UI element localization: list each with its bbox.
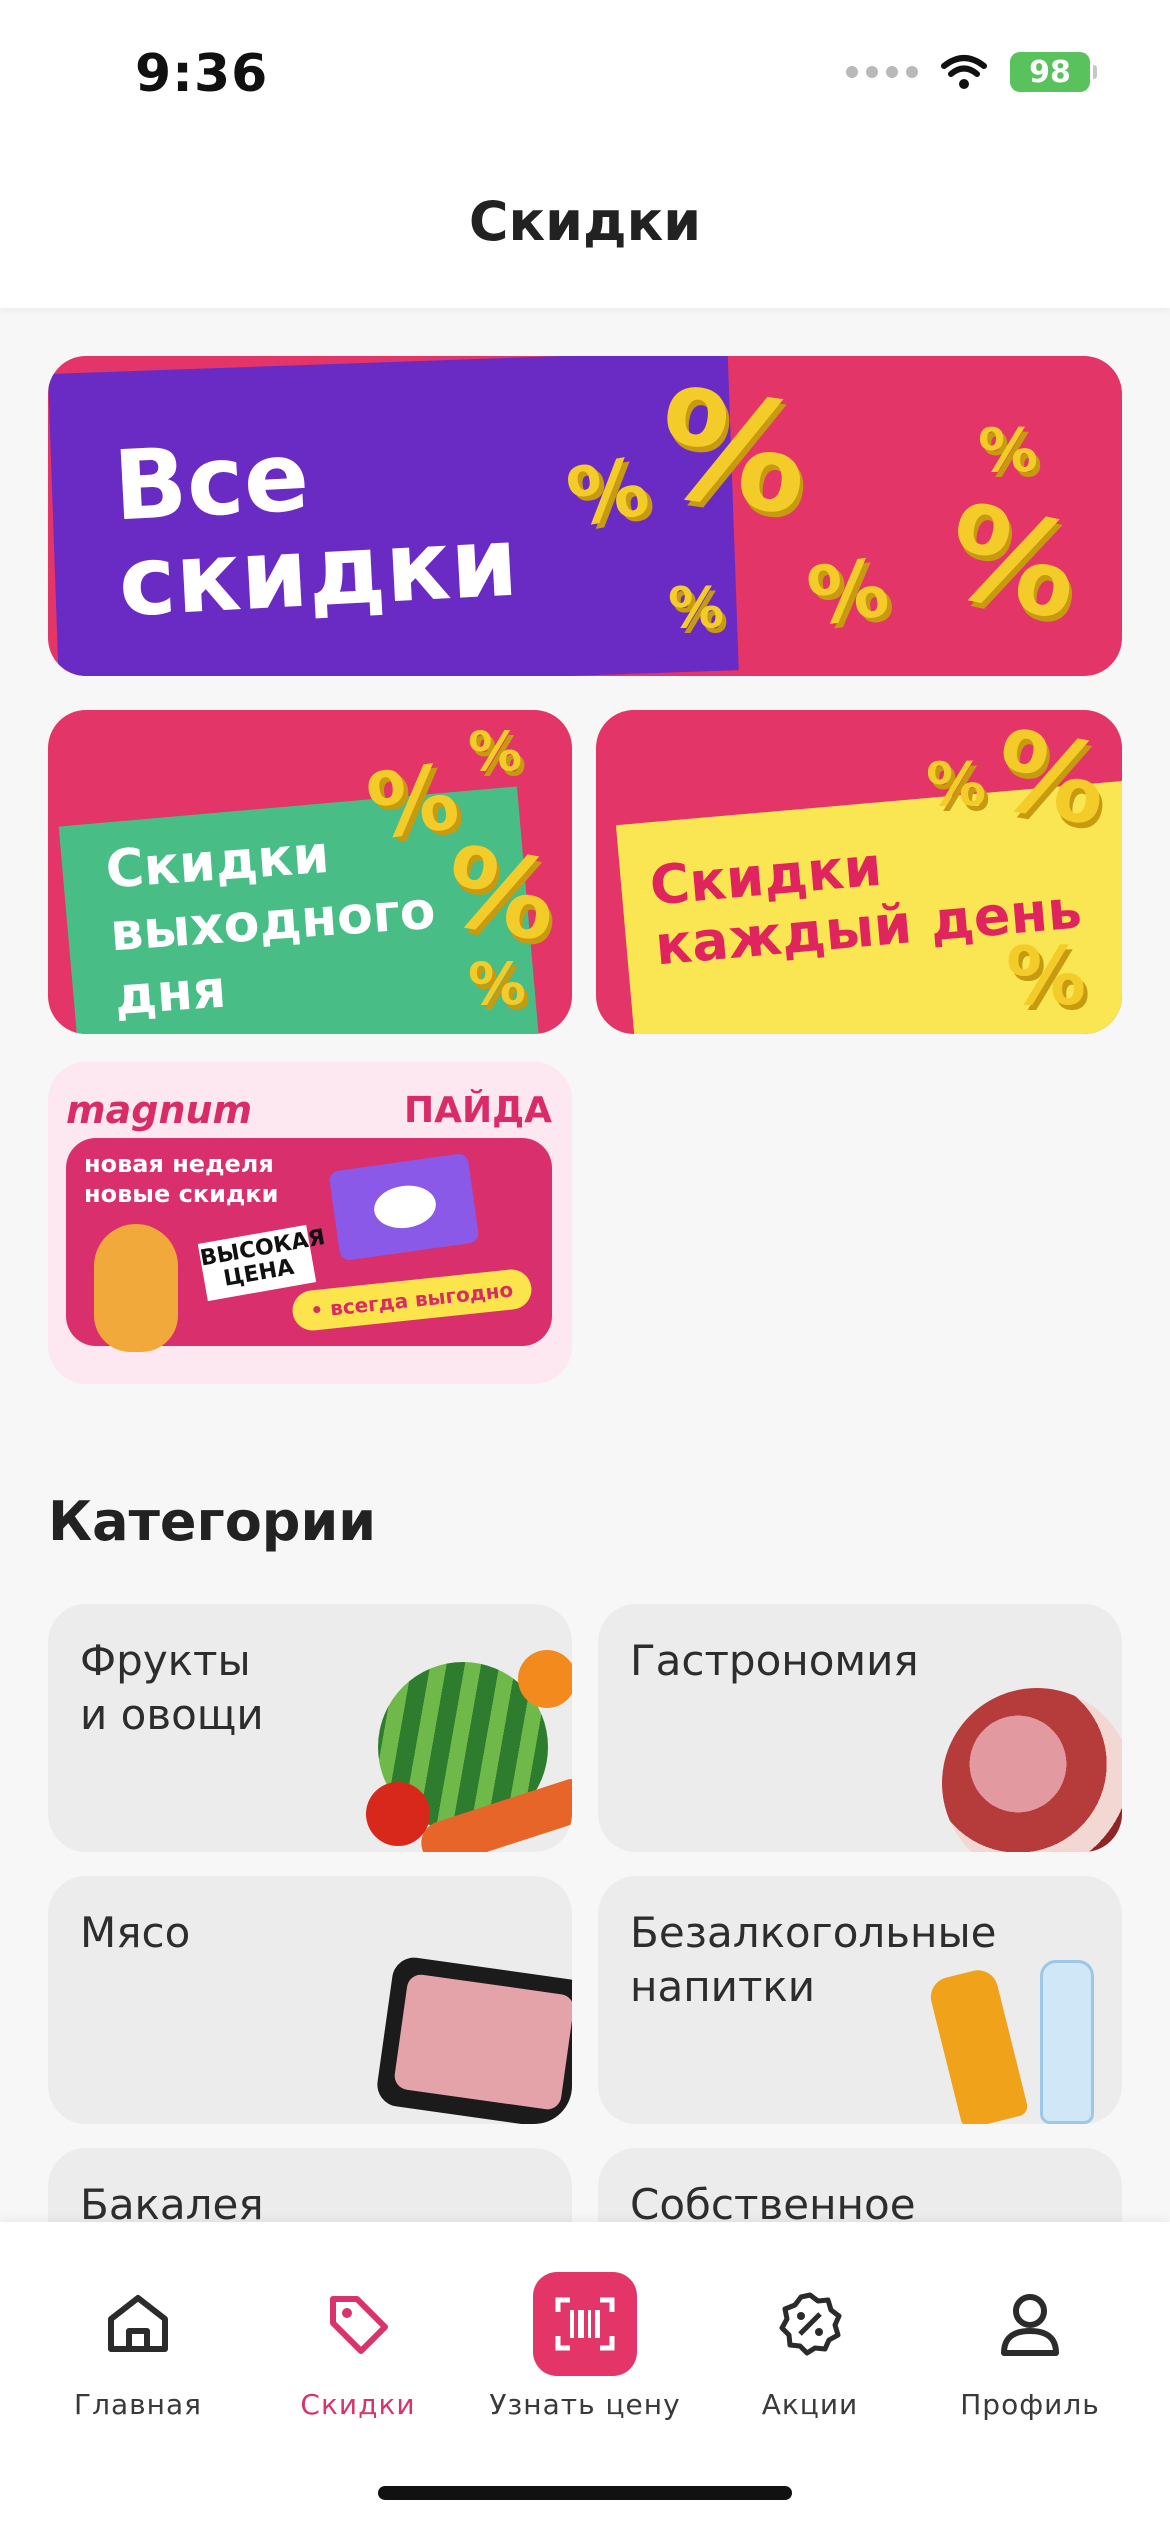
signal-icon	[846, 66, 918, 78]
banner-magnum-paida[interactable]: magnum ПАЙДА новая неделя новые скидки В…	[48, 1062, 572, 1384]
percent-icon: %	[646, 356, 820, 550]
banner-weekend-discounts[interactable]: Скидки выходного дня % % % %	[48, 710, 572, 1034]
tab-home[interactable]: Главная	[28, 2272, 248, 2421]
mascot-icon	[94, 1224, 178, 1352]
category-soft-drinks[interactable]: Безалкогольные напитки	[598, 1876, 1122, 2124]
percent-icon: %	[361, 744, 466, 861]
water-bottle-image	[1040, 1960, 1094, 2124]
promo-pill: • всегда выгодно	[291, 1267, 534, 1333]
tab-label: Скидки	[300, 2388, 416, 2421]
category-label: Мясо	[80, 1908, 191, 1957]
percent-icon: %	[560, 439, 656, 546]
magnum-logo: magnum	[66, 1088, 253, 1132]
percent-icon: %	[933, 474, 1093, 650]
page-title: Скидки	[468, 190, 702, 253]
meat-tray-image	[374, 1954, 572, 2124]
wifi-icon	[941, 55, 987, 89]
top-bar: 9:36 98 Скидки	[0, 0, 1170, 308]
card-mascot-icon	[328, 1152, 480, 1262]
category-gastronomy[interactable]: Гастрономия	[598, 1604, 1122, 1852]
percent-icon: %	[801, 540, 895, 645]
barcode-scan-icon	[555, 2297, 615, 2351]
percent-badge-icon	[779, 2292, 842, 2356]
categories-title: Категории	[48, 1490, 377, 1553]
tab-label: Главная	[74, 2388, 202, 2421]
juice-bottle-image	[926, 1966, 1030, 2124]
percent-icon: %	[926, 750, 987, 820]
status-time: 9:36	[135, 44, 269, 104]
battery-icon: 98	[1010, 52, 1097, 92]
tab-discounts[interactable]: Скидки	[248, 2272, 468, 2421]
percent-icon: %	[978, 416, 1039, 486]
banner-all-title: Все скидки	[110, 420, 521, 639]
home-icon	[108, 2295, 168, 2352]
percent-icon: %	[468, 950, 527, 1018]
percent-icon: %	[468, 720, 523, 783]
percent-icon: %	[1006, 930, 1087, 1023]
banner-daily-discounts[interactable]: Скидки каждый день % % %	[596, 710, 1122, 1034]
percent-icon: %	[668, 576, 725, 641]
category-fruits-vegetables[interactable]: Фрукты и овощи	[48, 1604, 572, 1852]
status-icons: 98	[846, 52, 1097, 92]
tab-profile[interactable]: Профиль	[920, 2272, 1140, 2421]
tomato-image	[366, 1782, 430, 1846]
magnum-line-1: новая неделя	[84, 1150, 274, 1178]
paida-logo: ПАЙДА	[403, 1090, 552, 1131]
tab-label: Акции	[761, 2388, 859, 2421]
barcode-scan-button[interactable]	[533, 2272, 637, 2376]
tab-label: Профиль	[960, 2388, 1100, 2421]
category-meat[interactable]: Мясо	[48, 1876, 572, 2124]
magnum-line-2: новые скидки	[84, 1180, 279, 1208]
banner-all-discounts[interactable]: Все скидки % % % % % %	[48, 356, 1122, 676]
deli-plate-image	[942, 1688, 1122, 1852]
tag-icon	[330, 2296, 388, 2354]
price-sign: ВЫСОКАЯ ЦЕНА	[197, 1224, 327, 1302]
orange-image	[518, 1650, 572, 1708]
category-label: Гастрономия	[630, 1636, 919, 1685]
percent-icon: %	[985, 710, 1117, 851]
category-label: Фрукты и овощи	[80, 1636, 264, 1739]
percent-icon: %	[435, 821, 567, 967]
tab-promotions[interactable]: Акции	[700, 2272, 920, 2421]
tab-label: Узнать цену	[489, 2388, 681, 2421]
tab-check-price[interactable]: Узнать цену	[475, 2272, 695, 2421]
user-icon	[1001, 2294, 1059, 2356]
home-indicator[interactable]	[378, 2486, 792, 2500]
